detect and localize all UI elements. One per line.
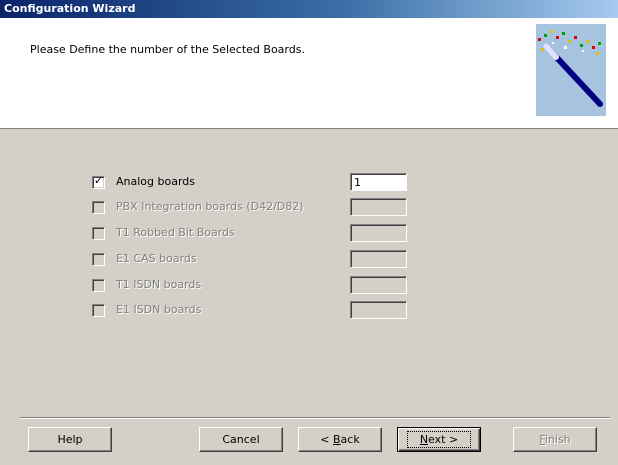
analog-boards-count-input[interactable]: 1	[350, 173, 407, 191]
e1-isdn-label: E1 ISDN boards	[116, 303, 202, 316]
help-button[interactable]: Help	[28, 427, 112, 452]
cancel-button-label: Cancel	[222, 433, 260, 446]
pbx-boards-label: PBX Integration boards (D42/D82)	[116, 200, 304, 213]
t1-robbed-bit-count-input[interactable]	[350, 224, 407, 242]
e1-cas-checkbox[interactable]	[92, 253, 105, 266]
back-button-label: < Back	[320, 433, 359, 446]
help-button-label: Help	[57, 433, 83, 446]
next-rest: ext >	[428, 433, 459, 446]
next-button-label: Next >	[406, 431, 472, 448]
e1-isdn-checkbox[interactable]	[92, 304, 105, 317]
e1-isdn-count-input[interactable]	[350, 301, 407, 319]
magic-wand-icon	[536, 24, 606, 116]
analog-boards-checkbox[interactable]: ✓	[92, 174, 105, 189]
cancel-button[interactable]: Cancel	[199, 427, 283, 452]
pbx-boards-count-input[interactable]	[350, 198, 407, 216]
instruction-text: Please Define the number of the Selected…	[30, 43, 305, 56]
finish-rest: inish	[544, 433, 571, 446]
t1-robbed-bit-label: T1 Robbed Bit Boards	[116, 226, 235, 239]
back-button[interactable]: < Back	[298, 427, 382, 452]
back-mnemonic: B	[333, 433, 341, 446]
next-button[interactable]: Next >	[397, 427, 481, 452]
t1-robbed-bit-checkbox[interactable]	[92, 227, 105, 240]
analog-boards-label: Analog boards	[116, 175, 195, 188]
t1-isdn-checkbox[interactable]	[92, 279, 105, 292]
t1-isdn-label: T1 ISDN boards	[116, 278, 202, 291]
finish-button[interactable]: Finish	[513, 427, 597, 452]
back-prefix: <	[320, 433, 333, 446]
t1-isdn-count-input[interactable]	[350, 276, 407, 294]
pbx-boards-checkbox[interactable]	[92, 201, 105, 214]
finish-button-label: Finish	[539, 433, 570, 446]
e1-cas-label: E1 CAS boards	[116, 252, 197, 265]
title-bar: Configuration Wizard	[0, 0, 618, 18]
button-separator	[20, 417, 610, 419]
checkmark-icon: ✓	[94, 174, 104, 187]
e1-cas-count-input[interactable]	[350, 250, 407, 268]
back-rest: ack	[340, 433, 360, 446]
wizard-header: Please Define the number of the Selected…	[0, 18, 618, 129]
window-title: Configuration Wizard	[4, 2, 136, 15]
next-mnemonic: N	[419, 433, 429, 446]
